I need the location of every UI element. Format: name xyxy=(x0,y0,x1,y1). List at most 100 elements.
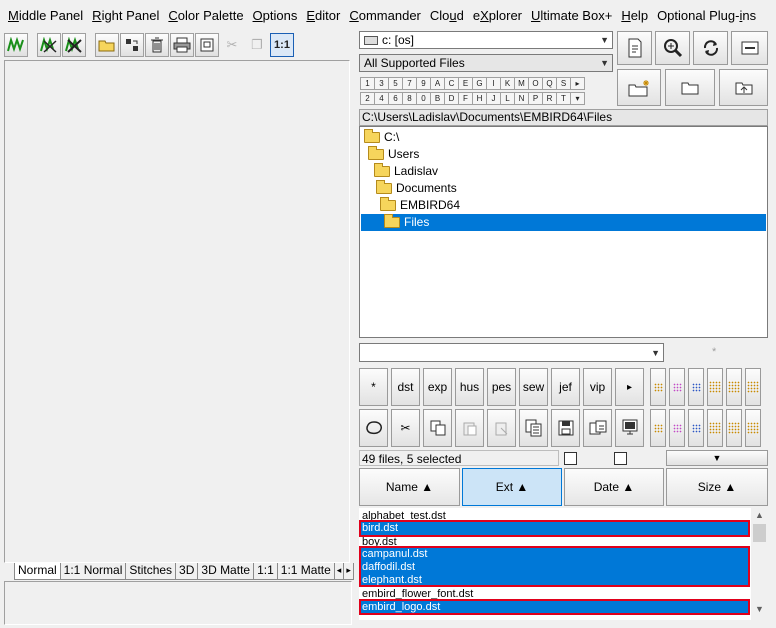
view-mode-button[interactable] xyxy=(669,368,685,406)
design-canvas[interactable] xyxy=(4,60,350,563)
checkbox-2[interactable] xyxy=(614,452,627,465)
view-mode-button[interactable] xyxy=(745,409,761,447)
letter-filter-button[interactable]: 1 xyxy=(360,77,375,90)
view-mode-button[interactable] xyxy=(745,368,761,406)
open-folder-icon[interactable] xyxy=(95,33,119,57)
letter-filter-button[interactable]: K xyxy=(500,77,515,90)
view-mode-button[interactable] xyxy=(650,368,666,406)
new-folder-button[interactable] xyxy=(617,69,661,106)
view-mode-button[interactable] xyxy=(726,409,742,447)
letter-filter-button[interactable]: 5 xyxy=(388,77,403,90)
ext-filter-button[interactable]: sew xyxy=(519,368,548,406)
menu-item[interactable]: Help xyxy=(617,0,652,32)
paste-button-disabled[interactable] xyxy=(455,409,484,447)
letter-filter-button[interactable]: R xyxy=(542,92,557,105)
refresh-button[interactable] xyxy=(693,31,728,65)
zoom-1to1-button[interactable]: 1:1 xyxy=(270,33,294,57)
sort-by-name-button[interactable]: Name ▲ xyxy=(359,468,460,506)
sort-by-ext-button[interactable]: Ext ▲ xyxy=(462,468,562,506)
panel-toggle-button[interactable] xyxy=(731,31,768,65)
letter-filter-button[interactable]: N xyxy=(514,92,529,105)
folder-tree[interactable]: C:\ Users Ladislav Documents EMBIRD64 Files xyxy=(359,126,768,338)
delete-trash-icon[interactable] xyxy=(145,33,169,57)
letter-filter-button[interactable]: 7 xyxy=(402,77,417,90)
ext-filter-button[interactable]: jef xyxy=(551,368,580,406)
view-tab[interactable]: Stitches xyxy=(125,563,177,580)
view-mode-button[interactable] xyxy=(707,368,723,406)
cut-icon[interactable]: ✂ xyxy=(220,33,244,57)
paste-special-button-disabled[interactable] xyxy=(487,409,516,447)
view-mode-button[interactable] xyxy=(707,409,723,447)
scroll-up-icon[interactable]: ▲ xyxy=(751,510,768,520)
letter-filter-button[interactable]: ▾ xyxy=(570,92,585,105)
menu-item[interactable]: Options xyxy=(249,0,302,32)
ext-filter-button[interactable]: dst xyxy=(391,368,420,406)
move-icon[interactable] xyxy=(120,33,144,57)
letter-filter-button[interactable]: M xyxy=(514,77,529,90)
sort-by-date-button[interactable]: Date ▲ xyxy=(564,468,664,506)
checkbox-1[interactable] xyxy=(564,452,577,465)
letter-filter-button[interactable]: E xyxy=(458,77,473,90)
menu-item[interactable]: Cloud xyxy=(426,0,468,32)
tree-node[interactable]: EMBIRD64 xyxy=(380,197,460,214)
tree-node[interactable]: Files xyxy=(361,214,766,231)
letter-filter-button[interactable]: B xyxy=(430,92,445,105)
tree-node[interactable]: Users xyxy=(368,146,419,163)
letter-filter-button[interactable]: 3 xyxy=(374,77,389,90)
menu-item[interactable]: Color Palette xyxy=(164,0,247,32)
ext-filter-button[interactable]: pes xyxy=(487,368,516,406)
stitch-cut-button[interactable] xyxy=(37,33,61,57)
letter-filter-button[interactable]: I xyxy=(486,77,501,90)
copy-button[interactable] xyxy=(423,409,452,447)
machine-send-button[interactable] xyxy=(615,409,644,447)
menu-item[interactable]: Right Panel xyxy=(88,0,163,32)
parent-folder-button[interactable] xyxy=(719,69,768,106)
tree-node[interactable]: Ladislav xyxy=(374,163,438,180)
ext-filter-button[interactable]: hus xyxy=(455,368,484,406)
file-filter-select[interactable]: All Supported Files ▼ xyxy=(359,54,613,72)
copy-to-button[interactable] xyxy=(519,409,548,447)
view-tab[interactable]: Normal xyxy=(14,563,61,580)
print-icon[interactable] xyxy=(170,33,194,57)
folder-button[interactable] xyxy=(665,69,715,106)
tab-scroll-right-icon[interactable]: ▸ xyxy=(343,563,354,580)
view-tab[interactable]: 3D xyxy=(175,563,199,580)
drive-select[interactable]: c: [os] ▼ xyxy=(359,31,613,49)
letter-filter-button[interactable]: S xyxy=(556,77,571,90)
stitch-remove-button[interactable] xyxy=(62,33,86,57)
menu-item[interactable]: Ultimate Box+ xyxy=(527,0,616,32)
letter-filter-button[interactable]: O xyxy=(528,77,543,90)
letter-filter-button[interactable]: 6 xyxy=(388,92,403,105)
letter-filter-button[interactable]: H xyxy=(472,92,487,105)
view-mode-button[interactable] xyxy=(688,409,704,447)
save-button[interactable] xyxy=(551,409,580,447)
letter-filter-button[interactable]: 4 xyxy=(374,92,389,105)
view-tab[interactable]: 1:1 Matte xyxy=(276,563,335,580)
letter-filter-button[interactable]: 2 xyxy=(360,92,375,105)
tree-node[interactable]: C:\ xyxy=(364,129,399,146)
menu-item[interactable]: Middle Panel xyxy=(4,0,87,32)
cut-button[interactable]: ✂ xyxy=(391,409,420,447)
file-list[interactable]: alphabet_test.dst bird.dst boy.dst campanul… xyxy=(359,508,751,620)
letter-filter-button[interactable]: G xyxy=(472,77,487,90)
ext-filter-button[interactable]: vip xyxy=(583,368,612,406)
scroll-thumb[interactable] xyxy=(753,524,766,542)
view-mode-button[interactable] xyxy=(726,368,742,406)
convert-button[interactable] xyxy=(583,409,612,447)
letter-filter-button[interactable]: Q xyxy=(542,77,557,90)
ext-more-button[interactable]: ▸ xyxy=(615,368,644,406)
menu-item[interactable]: Optional Plug-ins xyxy=(653,0,760,32)
zoom-search-button[interactable] xyxy=(655,31,690,65)
tree-node[interactable]: Documents xyxy=(376,180,457,197)
letter-filter-button[interactable]: J xyxy=(486,92,501,105)
letter-filter-button[interactable]: F xyxy=(458,92,473,105)
view-dropdown-button[interactable]: ▼ xyxy=(666,450,768,466)
view-tab[interactable]: 3D Matte xyxy=(197,563,255,580)
letter-filter-button[interactable]: 8 xyxy=(402,92,417,105)
letter-filter-button[interactable]: ▸ xyxy=(570,77,585,90)
menu-item[interactable]: Editor xyxy=(302,0,344,32)
stitch-green-button[interactable] xyxy=(4,33,28,57)
menu-item[interactable]: eXplorer xyxy=(469,0,526,32)
letter-filter-button[interactable]: 0 xyxy=(416,92,431,105)
select-shape-button[interactable] xyxy=(359,409,388,447)
